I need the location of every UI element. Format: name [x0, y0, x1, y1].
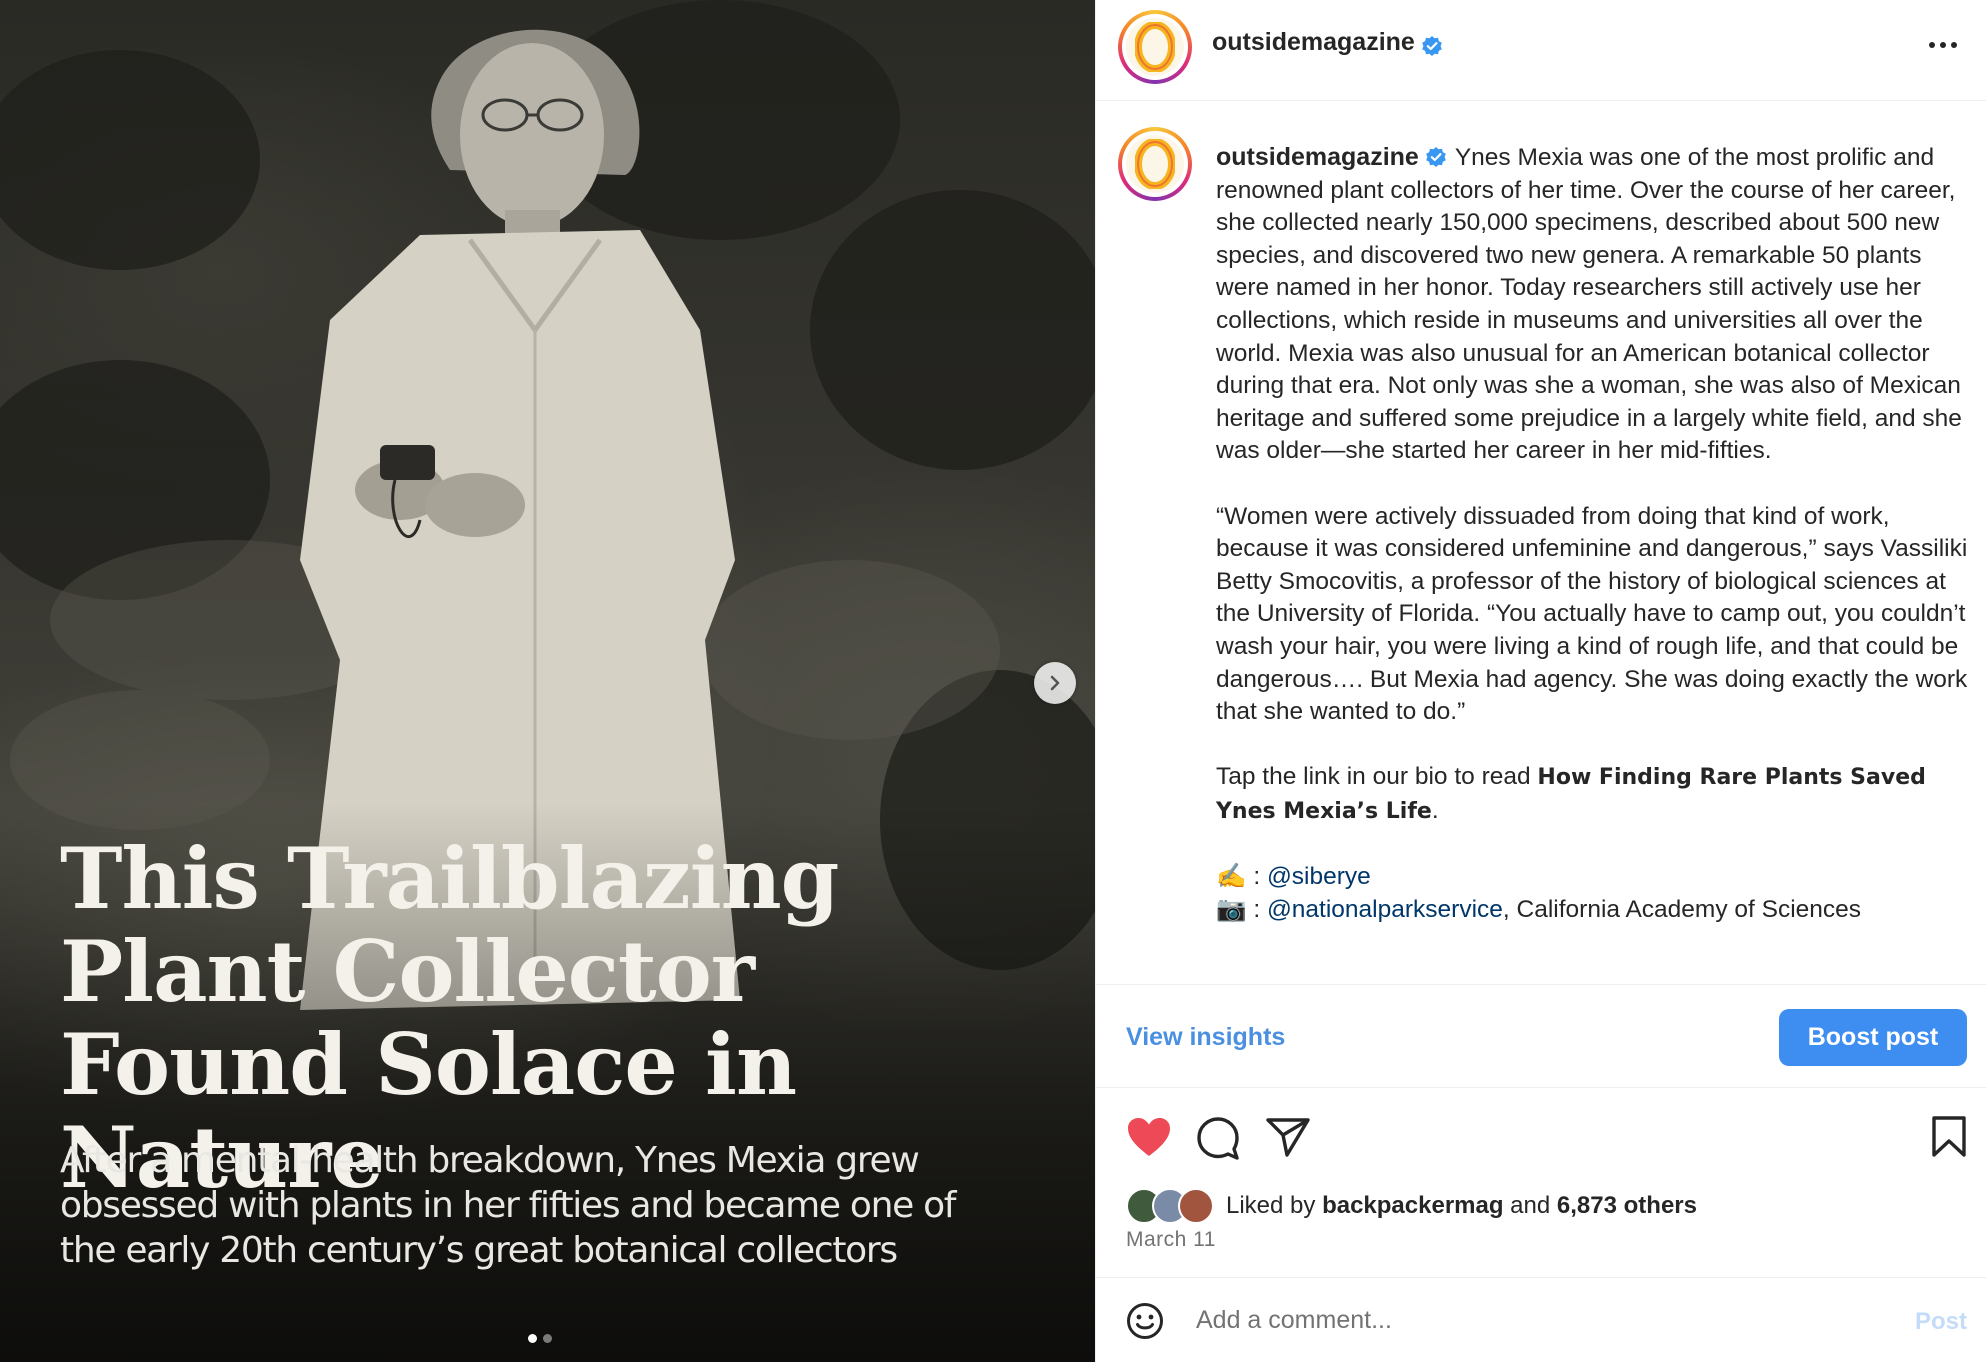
post-date[interactable]: March 11 [1126, 1228, 1216, 1252]
header-user: outsidemagazine [1212, 28, 1443, 57]
post-comment-button[interactable]: Post [1915, 1308, 1967, 1336]
actions-section: Liked by backpackermag and 6,873 others … [1096, 1088, 1986, 1278]
credit-photo: 📷 : @nationalparkservice, California Aca… [1216, 895, 1862, 923]
mention-siberye[interactable]: @siberye [1267, 863, 1371, 890]
header-username[interactable]: outsidemagazine [1212, 28, 1415, 56]
post-header: outsidemagazine [1096, 0, 1986, 101]
share-icon[interactable] [1266, 1116, 1310, 1158]
caption-cta: Tap the link in our bio to read How Find… [1216, 763, 1926, 824]
more-dot-icon [1929, 42, 1935, 48]
chevron-right-icon [1050, 675, 1060, 691]
caption-area: outsidemagazine Ynes Mexia was one of the… [1096, 101, 1986, 985]
liker-avatars [1126, 1188, 1218, 1224]
writing-hand-icon: ✍️ [1216, 863, 1247, 891]
caption-paragraph-1: Ynes Mexia was one of the most prolific … [1216, 144, 1962, 465]
carousel-dot-active [528, 1334, 537, 1343]
mention-nationalparkservice[interactable]: @nationalparkservice [1267, 896, 1503, 923]
camera-icon: 📷 [1216, 895, 1247, 923]
caption-text: outsidemagazine Ynes Mexia was one of the… [1216, 141, 1968, 926]
caption-paragraph-2: “Women were actively dissuaded from doin… [1216, 502, 1968, 726]
carousel-dots [528, 1334, 552, 1343]
media-subhead: After a mental-health breakdown, Ynes Me… [60, 1140, 956, 1271]
comment-input[interactable] [1196, 1300, 1836, 1340]
more-options-button[interactable] [1923, 30, 1963, 60]
outside-logo-icon [1135, 139, 1175, 189]
account-avatar[interactable] [1118, 10, 1192, 84]
post-panel: outsidemagazine outsidemagazine Ynes Mexi… [1095, 0, 1986, 1362]
likes-summary: Liked by backpackermag and 6,873 others [1226, 1192, 1697, 1219]
next-slide-button[interactable] [1034, 662, 1076, 704]
verified-badge-icon [1426, 147, 1446, 167]
save-bookmark-icon[interactable] [1931, 1116, 1967, 1158]
carousel-dot [543, 1334, 552, 1343]
insights-row: View insights Boost post [1096, 985, 1986, 1088]
boost-post-button[interactable]: Boost post [1779, 1009, 1967, 1066]
comment-row: Post [1096, 1278, 1986, 1362]
verified-badge-icon [1422, 35, 1442, 56]
caption-username[interactable]: outsidemagazine [1216, 143, 1419, 171]
heart-icon[interactable] [1126, 1116, 1172, 1158]
view-insights-link[interactable]: View insights [1126, 1023, 1285, 1052]
liker-avatar [1178, 1188, 1214, 1224]
liked-user-link[interactable]: backpackermag [1322, 1192, 1503, 1219]
outside-logo-icon [1135, 22, 1175, 72]
comment-icon[interactable] [1196, 1116, 1240, 1160]
likes-row: Liked by backpackermag and 6,873 others [1126, 1188, 1697, 1224]
emoji-icon[interactable] [1126, 1302, 1164, 1340]
post-media[interactable]: This Trailblazing Plant Collector Found … [0, 0, 1095, 1362]
credit-writer: ✍️ : @siberye [1216, 863, 1371, 891]
likes-count-link[interactable]: 6,873 others [1557, 1192, 1697, 1219]
caption-avatar[interactable] [1118, 127, 1192, 201]
